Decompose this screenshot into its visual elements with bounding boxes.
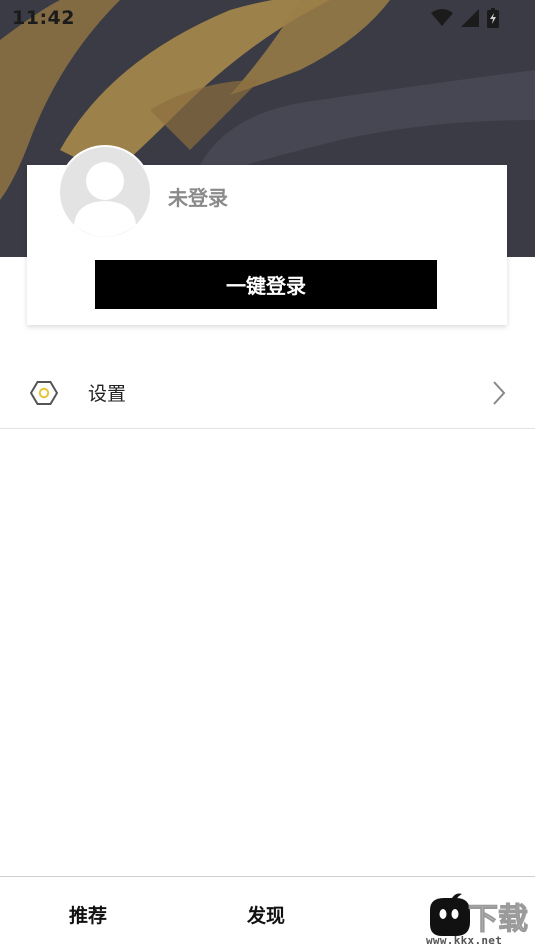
status-bar: 11:42 (0, 0, 535, 36)
nav-tab-recommend[interactable]: 推荐 (69, 901, 107, 928)
login-status-text[interactable]: 未登录 (168, 182, 228, 211)
avatar[interactable] (58, 145, 152, 239)
status-icons (431, 8, 499, 28)
signal-icon (461, 9, 479, 27)
default-avatar-icon (60, 147, 150, 237)
settings-menu-item[interactable]: 设置 (0, 357, 535, 429)
settings-label: 设置 (88, 383, 127, 405)
watermark: 下载 www.kkx.net (418, 888, 535, 951)
status-time: 11:42 (12, 7, 75, 29)
hexagon-settings-icon (30, 381, 58, 405)
nav-tab-discover[interactable]: 发现 (247, 901, 285, 928)
watermark-site: www.kkx.net (426, 934, 503, 947)
battery-icon (487, 8, 499, 28)
watermark-logo-text: 下载 (468, 902, 529, 938)
wifi-icon (431, 9, 453, 26)
one-click-login-button[interactable]: 一键登录 (95, 260, 437, 309)
chevron-right-icon (493, 381, 506, 405)
